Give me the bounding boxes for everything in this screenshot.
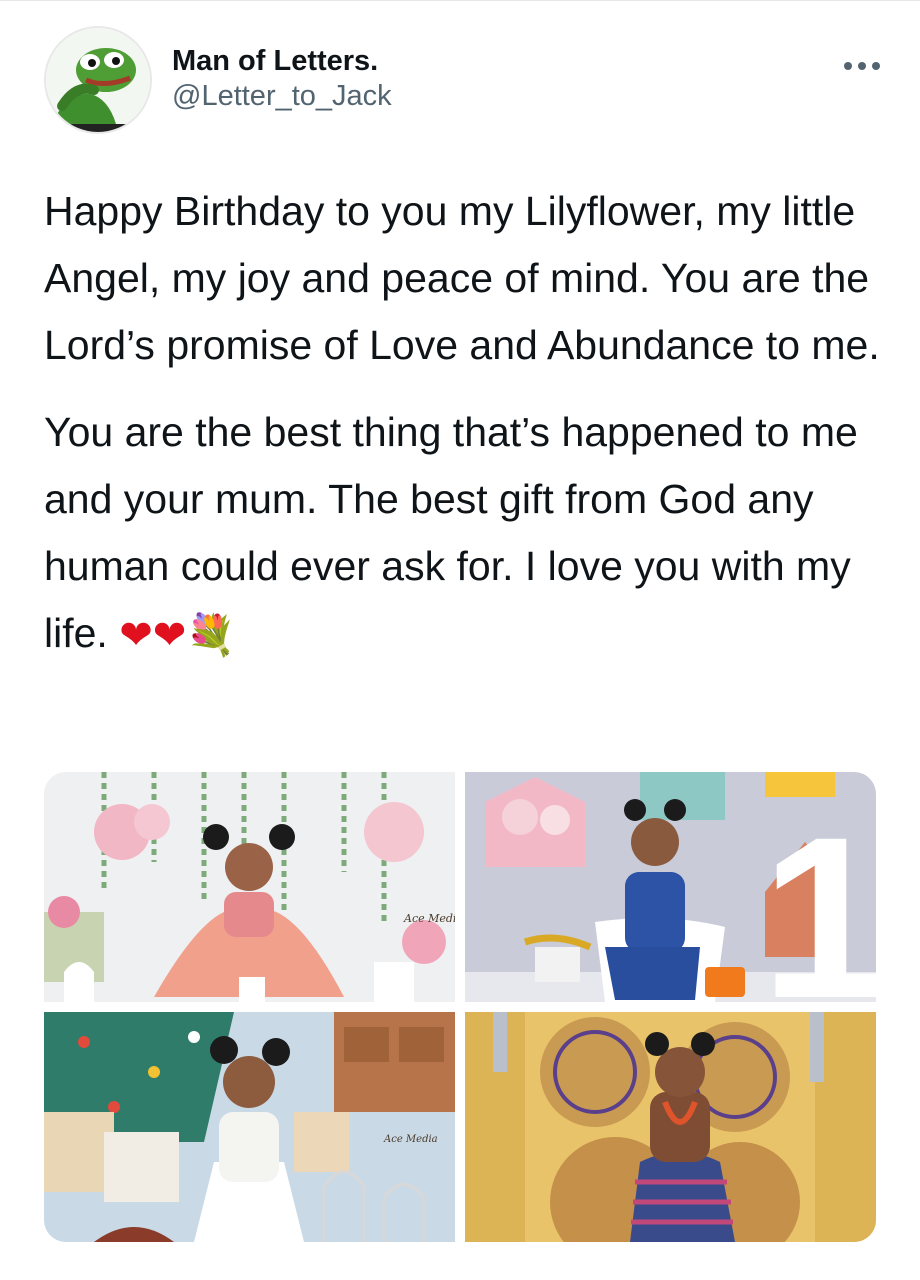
display-name[interactable]: Man of Letters. [172, 44, 392, 78]
frog-avatar-icon[interactable] [44, 26, 152, 134]
numeral-one: 1 [761, 789, 876, 1002]
photo-1[interactable]: Ace Media [44, 772, 455, 1002]
media-grid: Ace Media 1 [44, 772, 876, 1242]
tweet-header: Man of Letters. @Letter_to_Jack [44, 26, 884, 138]
heart-emoji-icon: ❤ [152, 612, 187, 659]
tweet-paragraph-2-wrapper: You are the best thing that’s happened t… [44, 399, 894, 670]
watermark-text: Ace Media [403, 912, 455, 925]
photo-4[interactable] [465, 1012, 876, 1242]
user-handle[interactable]: @Letter_to_Jack [172, 78, 392, 114]
photo-2[interactable]: 1 [465, 772, 876, 1002]
author-names: Man of Letters. @Letter_to_Jack [172, 44, 392, 114]
top-divider [0, 0, 920, 1]
tweet-text: Happy Birthday to you my Lilyflower, my … [44, 178, 894, 670]
watermark-text: Ace Media [383, 1134, 438, 1145]
photo-3[interactable]: Ace Media [44, 1012, 455, 1242]
bouquet-emoji-icon: 💐 [186, 612, 237, 659]
tweet-paragraph-1: Happy Birthday to you my Lilyflower, my … [44, 188, 880, 368]
more-options-icon[interactable] [840, 56, 884, 76]
heart-emoji-icon: ❤ [119, 612, 153, 659]
